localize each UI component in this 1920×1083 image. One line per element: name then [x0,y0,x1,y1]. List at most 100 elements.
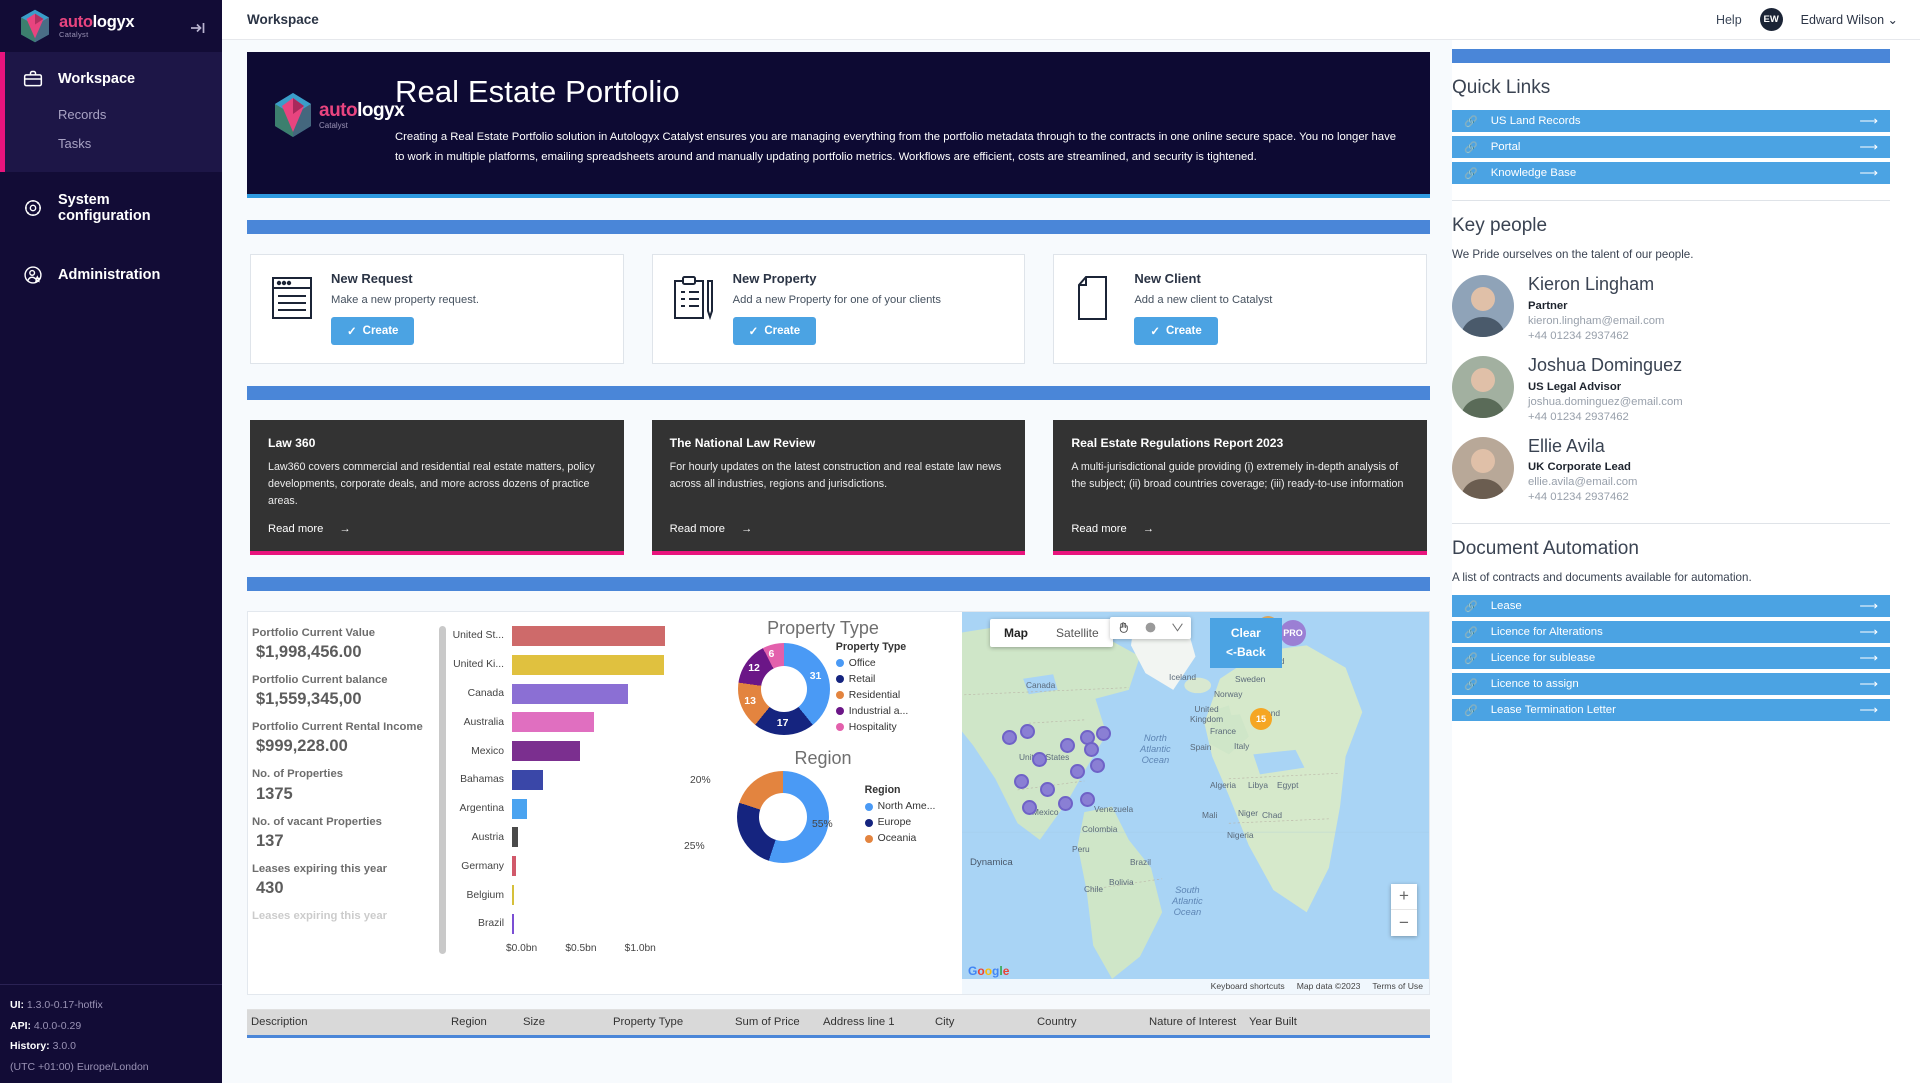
map-terms-of-use[interactable]: Terms of Use [1372,981,1423,991]
map-property-marker[interactable] [1020,723,1035,739]
help-link[interactable]: Help [1716,13,1742,27]
legend-item[interactable]: Residential [835,690,909,701]
table-column-header[interactable]: Year Built [1245,1016,1315,1028]
bar-chart-row: Australia [450,708,684,737]
legend-item[interactable]: Hospitality [835,722,909,733]
map-zoom-in-button[interactable]: + [1391,884,1417,910]
table-column-header[interactable]: Address line 1 [819,1016,931,1028]
bar-fill[interactable] [512,741,581,762]
map-property-marker[interactable] [1014,773,1029,789]
map-property-marker[interactable] [1032,751,1047,767]
legend-color-dot [835,691,844,700]
map-type-control[interactable]: Map Satellite [990,618,1113,647]
version-ui: UI: 1.3.0-0.17-hotfix [10,995,222,1015]
property-map[interactable]: Map Satellite Clear <-Back Canada United… [962,611,1429,994]
document-automation-item[interactable]: 🔗 Lease ⟶ [1452,595,1890,618]
map-cluster-marker[interactable]: 15 [1250,707,1272,730]
bar-fill[interactable] [512,712,595,733]
bar-category-label: Belgium [466,889,504,901]
action-card-new-request[interactable]: New Request Make a new property request.… [250,253,624,364]
bar-fill[interactable] [512,913,514,934]
legend-item[interactable]: Office [835,658,909,669]
legend-item[interactable]: Industrial a... [835,706,908,717]
news-card-regulations-report[interactable]: Real Estate Regulations Report 2023 A mu… [1053,419,1428,555]
map-property-marker[interactable] [1096,725,1111,741]
news-card-read-more[interactable]: Read more → [1071,511,1409,535]
legend-item[interactable]: Europe [864,817,936,828]
map-property-marker[interactable] [1040,781,1055,797]
arrow-right-icon: ⟶ [1859,598,1878,614]
news-card-national-law-review[interactable]: The National Law Review For hourly updat… [651,419,1026,555]
document-automation-item[interactable]: 🔗 Lease Termination Letter ⟶ [1452,699,1890,722]
news-card-read-more[interactable]: Read more → [268,511,606,535]
map-property-marker[interactable] [1084,741,1099,757]
sidebar-item-system-configuration[interactable]: System configuration [0,172,222,244]
table-column-header[interactable]: Property Type [609,1016,731,1028]
document-automation-item[interactable]: 🔗 Licence for sublease ⟶ [1452,647,1890,670]
bar-fill[interactable] [512,654,664,675]
action-card-new-property[interactable]: New Property Add a new Property for one … [651,253,1026,364]
news-card-read-more[interactable]: Read more → [670,511,1008,535]
map-keyboard-shortcuts[interactable]: Keyboard shortcuts [1211,981,1285,991]
map-property-marker[interactable] [1022,799,1037,815]
records-table-header: Description Region Size Property Type Sum of… [247,1009,1430,1038]
table-column-header[interactable]: Region [447,1016,519,1028]
table-column-header[interactable]: Nature of Interest [1145,1016,1245,1028]
pan-hand-icon[interactable] [1110,617,1137,639]
quick-link-item[interactable]: 🔗 Portal ⟶ [1452,136,1890,158]
map-draw-tools[interactable] [1110,616,1191,639]
sidebar-item-tasks[interactable]: Tasks [0,129,222,158]
action-card-new-client[interactable]: New Client Add a new client to Catalyst … [1053,253,1428,364]
check-icon: ✓ [748,325,759,338]
table-column-header[interactable]: Sum of Price [731,1016,819,1028]
map-type-map[interactable]: Map [990,619,1042,647]
bar-chart-scrollbar[interactable] [439,625,446,954]
table-column-header[interactable]: Country [1033,1016,1145,1028]
map-clear-button[interactable]: Clear <-Back [1210,617,1282,668]
table-column-header[interactable]: Description [247,1016,447,1028]
sidebar-item-administration[interactable]: Administration [0,244,222,306]
map-property-marker[interactable] [1058,795,1073,811]
legend-item[interactable]: Retail [835,674,909,685]
bar-fill[interactable] [512,769,544,790]
avatar[interactable]: EW [1759,8,1783,31]
map-type-satellite[interactable]: Satellite [1042,619,1113,647]
table-column-header[interactable]: City [931,1016,1033,1028]
map-cluster-marker[interactable]: PRO [1280,619,1306,646]
document-automation-item[interactable]: 🔗 Licence for Alterations ⟶ [1452,621,1890,644]
circle-draw-icon[interactable] [1137,617,1164,639]
bar-fill[interactable] [512,827,518,848]
pin-sidebar-icon[interactable] [190,21,206,40]
map-property-marker[interactable] [1070,763,1085,779]
map-back-label[interactable]: <-Back [1226,643,1266,662]
map-property-marker[interactable] [1060,737,1075,753]
map-property-marker[interactable] [1002,729,1017,745]
news-card-law360[interactable]: Law 360 Law360 covers commercial and res… [250,419,624,555]
polygon-draw-icon[interactable] [1164,617,1191,639]
legend-item[interactable]: Oceania [864,833,936,844]
sidebar-item-workspace[interactable]: Workspace [0,52,222,100]
map-place-label: Colombia [1082,823,1118,834]
bar-fill[interactable] [512,625,666,646]
metric-value: $999,228.00 [256,737,348,756]
create-new-property-button[interactable]: ✓ Create [732,316,817,345]
quick-link-item[interactable]: 🔗 Knowledge Base ⟶ [1452,162,1890,184]
bar-fill[interactable] [512,798,527,819]
quick-link-item[interactable]: 🔗 US Land Records ⟶ [1452,110,1890,132]
person-info: Joshua Dominguez US Legal Advisor joshua.d… [1528,355,1683,423]
map-zoom-control[interactable]: + − [1391,883,1417,936]
bar-fill[interactable] [512,683,628,704]
map-clear-label: Clear [1230,625,1261,640]
table-column-header[interactable]: Size [519,1016,609,1028]
document-automation-item[interactable]: 🔗 Licence to assign ⟶ [1452,673,1890,696]
map-property-marker[interactable] [1080,791,1095,807]
create-new-request-button[interactable]: ✓ Create [331,316,415,345]
legend-item[interactable]: North Ame... [864,801,935,812]
map-zoom-out-button[interactable]: − [1391,910,1417,936]
sidebar-item-records[interactable]: Records [0,100,222,129]
user-menu[interactable]: Edward Wilson ⌄ [1801,12,1898,27]
map-property-marker[interactable] [1090,757,1105,773]
create-new-client-button[interactable]: ✓ Create [1134,316,1218,345]
bar-fill[interactable] [512,885,515,906]
bar-fill[interactable] [512,856,517,877]
